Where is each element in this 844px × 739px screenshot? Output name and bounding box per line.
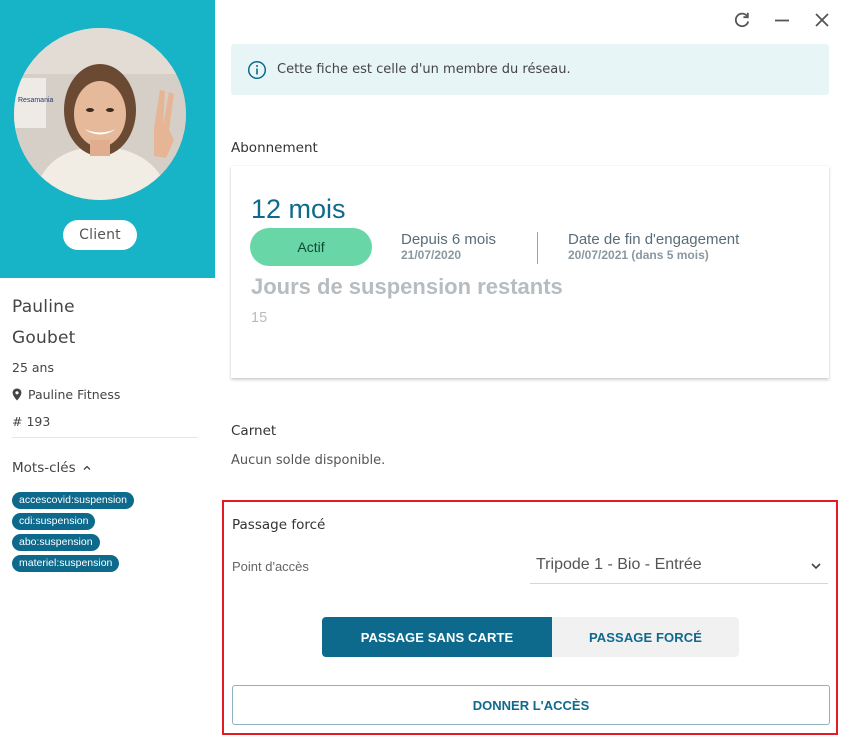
- avatar-photo: Resamania: [14, 28, 186, 200]
- subscription-section-title: Abonnement: [231, 140, 318, 156]
- last-name: Goubet: [12, 328, 76, 348]
- carnet-balance: Aucun solde disponible.: [231, 453, 386, 468]
- access-point-select[interactable]: Tripode 1 - Bio - Entrée: [530, 547, 828, 584]
- member-club: Pauline Fitness: [12, 381, 202, 408]
- suspension-days: 15: [251, 310, 268, 326]
- end-label: Date de fin d'engagement: [568, 231, 740, 248]
- forced-passage-button[interactable]: PASSAGE FORCÉ: [552, 617, 739, 657]
- keyword-tag[interactable]: materiel:suspension: [12, 555, 120, 572]
- keywords-title: Mots-clés: [12, 460, 76, 476]
- access-point-label: Point d'accès: [232, 559, 309, 574]
- keyword-tag[interactable]: cdi:suspension: [12, 513, 96, 530]
- first-name: Pauline: [12, 297, 75, 317]
- member-number: # 193: [12, 414, 51, 429]
- member-sidebar: Resamania Client Pauline Goubet 25 ans P…: [0, 0, 215, 739]
- wall-sign-text: Resamania: [18, 97, 54, 104]
- info-icon: [247, 60, 267, 79]
- since-label: Depuis 6 mois: [401, 231, 497, 248]
- carnet-section-title: Carnet: [231, 423, 277, 439]
- status-badge: Actif: [250, 228, 372, 266]
- location-pin-icon: [12, 388, 22, 401]
- subscription-duration: 12 mois: [251, 194, 346, 224]
- subscription-card[interactable]: 12 mois Actif Depuis 6 mois 21/07/2020 D…: [231, 166, 829, 378]
- forced-passage-panel: Passage forcé Point d'accès Tripode 1 - …: [222, 500, 838, 735]
- club-name: Pauline Fitness: [28, 387, 121, 402]
- member-age: 25 ans: [12, 360, 54, 375]
- since-date: 21/07/2020: [401, 248, 462, 262]
- chevron-up-icon: [83, 465, 91, 470]
- member-info: Pauline Goubet 25 ans Pauline Fitness # …: [12, 292, 202, 435]
- profile-header: Resamania Client: [0, 0, 215, 278]
- end-date: 20/07/2021 (dans 5 mois): [568, 248, 709, 262]
- access-point-value: Tripode 1 - Bio - Entrée: [536, 556, 702, 573]
- grant-access-button[interactable]: DONNER L'ACCÈS: [232, 685, 830, 725]
- subscription-since: Depuis 6 mois 21/07/2020: [401, 231, 497, 263]
- passage-without-card-button[interactable]: PASSAGE SANS CARTE: [322, 617, 552, 657]
- banner-text: Cette fiche est celle d'un membre du rés…: [277, 62, 571, 77]
- passage-mode-toggle: PASSAGE SANS CARTE PASSAGE FORCÉ: [322, 617, 739, 657]
- chevron-down-icon: [811, 563, 821, 570]
- keyword-tag[interactable]: abo:suspension: [12, 534, 100, 551]
- keywords-toggle[interactable]: Mots-clés: [12, 460, 92, 476]
- suspension-label: Jours de suspension restants: [251, 274, 563, 299]
- keyword-tag[interactable]: accescovid:suspension: [12, 492, 134, 509]
- card-divider: [537, 232, 538, 264]
- keywords-list: accescovid:suspension cdi:suspension abo…: [12, 490, 212, 574]
- role-badge[interactable]: Client: [63, 220, 137, 250]
- avatar[interactable]: Resamania: [14, 28, 186, 200]
- sidebar-divider: [12, 437, 198, 438]
- commitment-end: Date de fin d'engagement 20/07/2021 (dan…: [568, 231, 740, 263]
- network-member-banner: Cette fiche est celle d'un membre du rés…: [231, 44, 829, 95]
- forced-passage-title: Passage forcé: [232, 517, 326, 533]
